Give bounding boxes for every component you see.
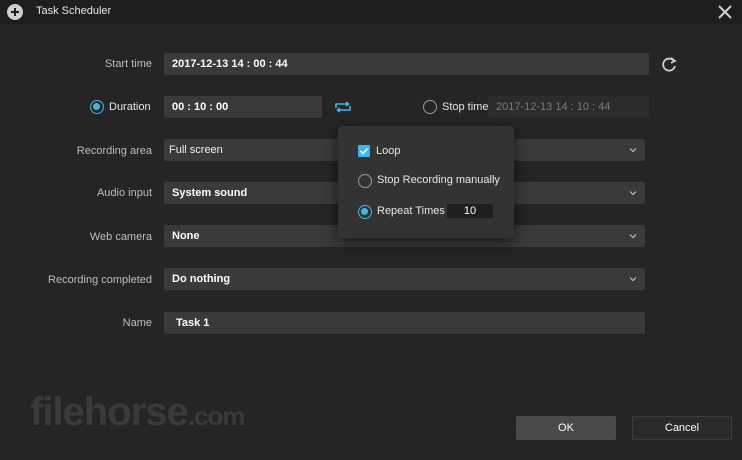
stop-time-radio[interactable] <box>423 100 437 114</box>
web-camera-value: None <box>172 230 200 242</box>
recording-completed-select[interactable]: Do nothing <box>164 268 645 290</box>
chevron-down-icon <box>629 277 637 282</box>
stop-time-field[interactable]: 2017-12-13 14 : 10 : 44 <box>488 96 649 118</box>
repeat-times-input[interactable]: 10 <box>447 204 493 218</box>
start-time-field[interactable]: 2017-12-13 14 : 00 : 44 <box>164 53 649 75</box>
loop-checkbox[interactable] <box>358 145 370 157</box>
window-title: Task Scheduler <box>36 5 112 17</box>
refresh-icon[interactable] <box>660 56 678 74</box>
stop-manually-label: Stop Recording manually <box>377 174 500 186</box>
chevron-down-icon <box>629 234 637 239</box>
name-field[interactable]: Task 1 <box>164 312 645 334</box>
repeat-times-radio[interactable] <box>358 205 372 219</box>
audio-input-label: Audio input <box>96 187 152 199</box>
chevron-down-icon <box>629 148 637 153</box>
repeat-times-label: Repeat Times <box>377 205 445 217</box>
recording-area-label: Recording area <box>76 145 152 157</box>
ok-button[interactable]: OK <box>516 416 616 440</box>
duration-field[interactable]: 00 : 10 : 00 <box>164 96 322 118</box>
title-bar: Task Scheduler <box>0 0 742 24</box>
stop-manually-radio[interactable] <box>358 174 372 188</box>
duration-radio[interactable] <box>90 100 104 114</box>
audio-input-value: System sound <box>172 187 248 199</box>
cancel-button[interactable]: Cancel <box>632 416 732 440</box>
duration-label: Duration <box>109 101 151 113</box>
recording-completed-label: Recording completed <box>48 274 152 286</box>
loop-popup: Loop Stop Recording manually Repeat Time… <box>338 126 514 238</box>
filehorse-watermark: filehorse.com <box>30 390 245 434</box>
loop-label: Loop <box>376 145 401 157</box>
recording-completed-value: Do nothing <box>172 273 231 285</box>
close-icon[interactable] <box>717 4 733 20</box>
name-label: Name <box>122 317 152 329</box>
start-time-label: Start time <box>104 58 152 70</box>
loop-settings-icon[interactable] <box>334 100 352 114</box>
stop-time-label: Stop time <box>442 101 489 113</box>
add-task-icon[interactable] <box>7 4 23 20</box>
checkmark-icon <box>359 147 369 155</box>
chevron-down-icon <box>629 191 637 196</box>
recording-area-value: Full screen <box>169 144 223 156</box>
web-camera-label: Web camera <box>89 231 152 243</box>
